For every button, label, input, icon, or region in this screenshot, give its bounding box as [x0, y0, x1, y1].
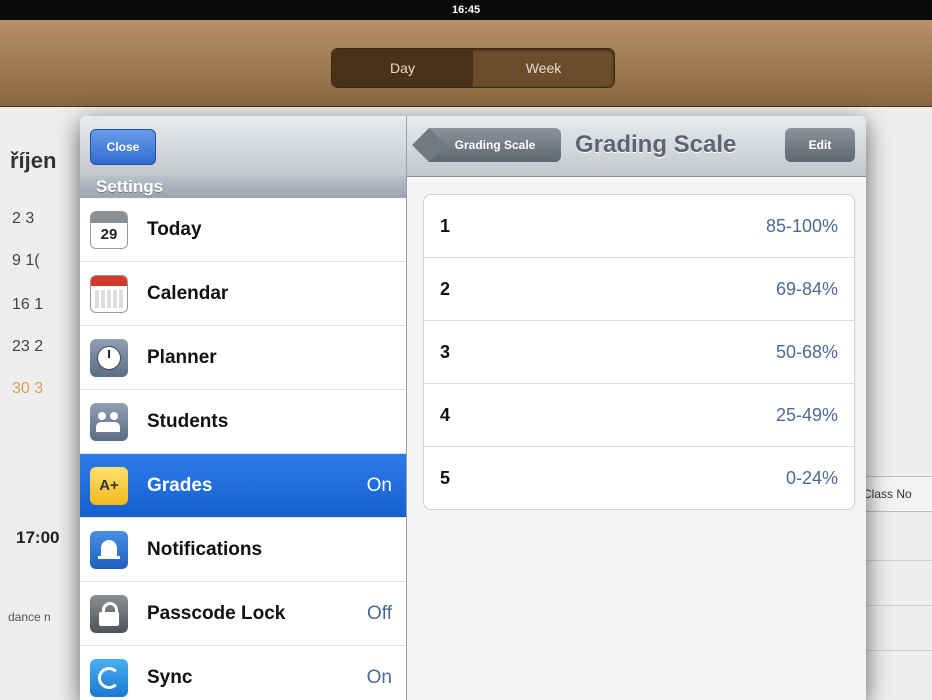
background-divider — [860, 605, 932, 606]
grades-icon: A+ — [90, 467, 128, 505]
grading-scale-header: Grading Scale Grading Scale Edit — [407, 116, 866, 177]
settings-section-title: Settings — [80, 176, 406, 198]
grade-range: 0-24% — [785, 468, 838, 488]
status-time: 16:45 — [452, 4, 481, 16]
students-icon — [90, 403, 128, 441]
settings-item-value: On — [366, 475, 392, 496]
grade-label: 1 — [440, 216, 451, 236]
grade-range: 25-49% — [775, 405, 838, 425]
today-icon-day: 29 — [100, 226, 118, 243]
settings-item-passcode-lock[interactable]: Passcode Lock Off — [80, 582, 406, 646]
table-row[interactable]: 5 0-24% — [424, 447, 854, 509]
settings-item-label: Passcode Lock — [147, 603, 286, 624]
settings-item-grades[interactable]: A+ Grades On — [80, 454, 406, 518]
page-title: Grading Scale — [575, 131, 737, 158]
settings-item-value: Off — [367, 603, 392, 624]
calendar-icon — [90, 275, 128, 313]
today-calendar-icon: 29 — [90, 211, 128, 249]
settings-item-label: Students — [147, 411, 229, 432]
grade-label: 2 — [440, 279, 451, 299]
background-divider — [860, 560, 932, 561]
settings-item-calendar[interactable]: Calendar — [80, 262, 406, 326]
settings-item-label: Grades — [147, 475, 213, 496]
background-time-label: 17:00 — [16, 528, 60, 547]
settings-item-label: Today — [147, 219, 202, 240]
settings-item-notifications[interactable]: Notifications — [80, 518, 406, 582]
table-row[interactable]: 4 25-49% — [424, 384, 854, 447]
back-button-label: Grading Scale — [454, 138, 536, 152]
table-row[interactable]: 1 85-100% — [424, 195, 854, 258]
sync-icon — [90, 659, 128, 697]
background-week-row: 9 1( — [12, 252, 40, 269]
settings-item-label: Calendar — [147, 283, 229, 304]
settings-item-value: On — [366, 667, 392, 688]
segment-day[interactable]: Day — [332, 49, 473, 87]
background-week-row: 30 3 — [12, 380, 44, 397]
grade-range: 69-84% — [775, 279, 838, 299]
settings-item-sync[interactable]: Sync On — [80, 646, 406, 700]
table-row[interactable]: 3 50-68% — [424, 321, 854, 384]
table-row[interactable]: 2 69-84% — [424, 258, 854, 321]
settings-item-label: Notifications — [147, 539, 263, 560]
background-attendance-label: dance n — [8, 610, 51, 624]
grade-label: 5 — [440, 468, 451, 488]
segment-week[interactable]: Week — [473, 49, 614, 87]
settings-item-planner[interactable]: Planner — [80, 326, 406, 390]
bell-icon — [90, 531, 128, 569]
background-month-title: říjen — [10, 148, 57, 173]
view-segmented-control[interactable]: Day Week — [331, 48, 615, 88]
settings-header: Close — [80, 116, 406, 177]
background-week-row: 2 3 — [12, 210, 35, 227]
background-class-notes: Class No — [862, 476, 932, 512]
back-button[interactable]: Grading Scale — [429, 128, 561, 162]
background-week-row: 23 2 — [12, 338, 44, 355]
grade-label: 3 — [440, 342, 451, 362]
background-divider — [860, 650, 932, 651]
settings-panel: Close Settings 29 Today Calendar Planner… — [80, 116, 407, 700]
close-button[interactable]: Close — [90, 129, 156, 165]
grade-range: 85-100% — [765, 216, 838, 236]
grading-scale-table: 1 85-100% 2 69-84% 3 50-68% 4 25-49% 5 0… — [423, 194, 855, 510]
settings-item-students[interactable]: Students — [80, 390, 406, 454]
grade-label: 4 — [440, 405, 451, 425]
edit-button[interactable]: Edit — [785, 128, 855, 162]
background-week-row: 16 1 — [12, 296, 44, 313]
top-toolbar: Day Week — [0, 20, 932, 107]
grade-range: 50-68% — [775, 342, 838, 362]
settings-item-today[interactable]: 29 Today — [80, 198, 406, 262]
status-bar: 16:45 — [0, 0, 932, 20]
lock-icon — [90, 595, 128, 633]
settings-item-label: Planner — [147, 347, 217, 368]
clock-icon — [90, 339, 128, 377]
settings-popover: Close Settings 29 Today Calendar Planner… — [80, 116, 866, 700]
settings-item-label: Sync — [147, 667, 193, 688]
